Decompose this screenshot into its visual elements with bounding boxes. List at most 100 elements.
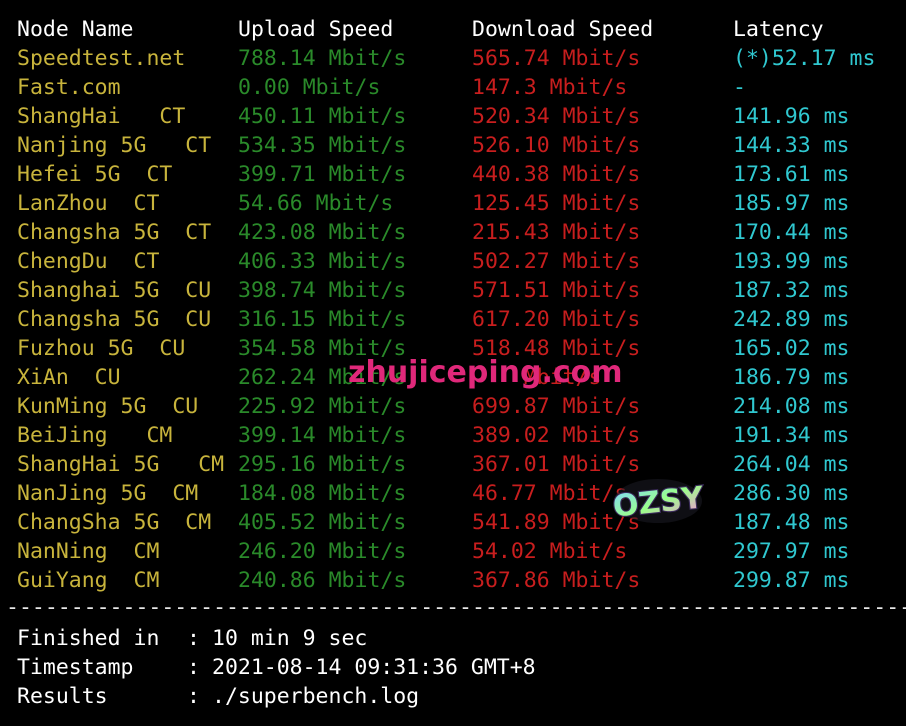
latency-cell: 193.99 ms (733, 249, 850, 274)
latency-cell: 187.32 ms (733, 278, 850, 303)
download-speed-cell: 440.38 Mbit/s (472, 162, 641, 187)
latency-cell: 185.97 ms (733, 191, 850, 216)
latency-cell: 299.87 ms (733, 568, 850, 593)
terminal-window: Node Name Upload Speed Download Speed La… (0, 0, 906, 726)
download-speed-cell: 571.51 Mbit/s (472, 278, 641, 303)
download-speed-cell: 54.02 Mbit/s (472, 539, 628, 564)
upload-speed-cell: 295.16 Mbit/s (238, 452, 407, 477)
upload-speed-cell: 399.14 Mbit/s (238, 423, 407, 448)
upload-speed-cell: 316.15 Mbit/s (238, 307, 407, 332)
summary-label: Results (17, 684, 108, 709)
summary-value: 2021-08-14 09:31:36 GMT+8 (212, 655, 536, 680)
divider-line: ----------------------------------------… (6, 597, 906, 619)
latency-cell: (*)52.17 ms (733, 46, 876, 71)
table-row: ShangHai CT 450.11 Mbit/s 520.34 Mbit/s 141… (0, 102, 906, 131)
table-row: ChengDu CT 406.33 Mbit/s 502.27 Mbit/s 193.… (0, 247, 906, 276)
latency-cell: 170.44 ms (733, 220, 850, 245)
latency-cell: 286.30 ms (733, 481, 850, 506)
latency-cell: - (733, 75, 746, 100)
upload-speed-cell: 184.08 Mbit/s (238, 481, 407, 506)
latency-cell: 191.34 ms (733, 423, 850, 448)
download-speed-cell: 699.87 Mbit/s (472, 394, 641, 419)
header-node-name: Node Name (17, 17, 134, 42)
summary-colon: : (187, 684, 200, 709)
upload-speed-cell: 0.00 Mbit/s (238, 75, 381, 100)
node-name-cell: KunMing 5G CU (17, 394, 199, 419)
summary-row: Results: ./superbench.log (0, 682, 906, 711)
latency-cell: 173.61 ms (733, 162, 850, 187)
download-speed-cell: 617.20 Mbit/s (472, 307, 641, 332)
summary-value: ./superbench.log (212, 684, 420, 709)
latency-cell: 165.02 ms (733, 336, 850, 361)
upload-speed-cell: 399.71 Mbit/s (238, 162, 407, 187)
summary-colon: : (187, 626, 200, 651)
download-speed-cell: 46.77 Mbit/s (472, 481, 628, 506)
ozsy-logo: OZSY (612, 479, 704, 526)
watermark-text: zhujiceping.com (348, 355, 623, 390)
table-row: Fast.com 0.00 Mbit/s 147.3 Mbit/s - (0, 73, 906, 102)
upload-speed-cell: 225.92 Mbit/s (238, 394, 407, 419)
summary-label: Finished in (17, 626, 160, 651)
table-row: Changsha 5G CT 423.08 Mbit/s 215.43 Mbit/s… (0, 218, 906, 247)
summary-row: Finished in:10 min 9 sec (0, 624, 906, 653)
table-header: Node Name Upload Speed Download Speed La… (0, 15, 906, 44)
table-row: ShangHai 5G CM 295.16 Mbit/s 367.01 Mbit/s… (0, 450, 906, 479)
node-name-cell: NanJing 5G CM (17, 481, 199, 506)
upload-speed-cell: 450.11 Mbit/s (238, 104, 407, 129)
summary-row: Timestamp:2021-08-14 09:31:36 GMT+8 (0, 653, 906, 682)
latency-cell: 144.33 ms (733, 133, 850, 158)
table-row: NanJing 5G CM 184.08 Mbit/s 46.77 Mbit/s 28… (0, 479, 906, 508)
node-name-cell: Fuzhou 5G CU (17, 336, 186, 361)
download-speed-cell: 502.27 Mbit/s (472, 249, 641, 274)
summary-label: Timestamp (17, 655, 134, 680)
latency-cell: 186.79 ms (733, 365, 850, 390)
download-speed-cell: 367.86 Mbit/s (472, 568, 641, 593)
table-row: LanZhou CT 54.66 Mbit/s 125.45 Mbit/s 185.9… (0, 189, 906, 218)
download-speed-cell: 125.45 Mbit/s (472, 191, 641, 216)
node-name-cell: Shanghai 5G CU (17, 278, 212, 303)
table-row: Changsha 5G CU 316.15 Mbit/s 617.20 Mbit/s… (0, 305, 906, 334)
download-speed-cell: 389.02 Mbit/s (472, 423, 641, 448)
upload-speed-cell: 240.86 Mbit/s (238, 568, 407, 593)
table-row: Shanghai 5G CU 398.74 Mbit/s 571.51 Mbit/s… (0, 276, 906, 305)
header-latency: Latency (733, 17, 824, 42)
node-name-cell: Hefei 5G CT (17, 162, 173, 187)
download-speed-cell: 367.01 Mbit/s (472, 452, 641, 477)
upload-speed-cell: 534.35 Mbit/s (238, 133, 407, 158)
upload-speed-cell: 398.74 Mbit/s (238, 278, 407, 303)
header-upload-speed: Upload Speed (238, 17, 394, 42)
table-row: Speedtest.net 788.14 Mbit/s 565.74 Mbit/s (… (0, 44, 906, 73)
table-row: NanNing CM 246.20 Mbit/s 54.02 Mbit/s 297.9… (0, 537, 906, 566)
node-name-cell: GuiYang CM (17, 568, 160, 593)
node-name-cell: ChengDu CT (17, 249, 160, 274)
download-speed-cell: 215.43 Mbit/s (472, 220, 641, 245)
download-speed-cell: 520.34 Mbit/s (472, 104, 641, 129)
table-row: KunMing 5G CU 225.92 Mbit/s 699.87 Mbit/s 2… (0, 392, 906, 421)
node-name-cell: Nanjing 5G CT (17, 133, 212, 158)
node-name-cell: XiAn CU (17, 365, 121, 390)
table-row: BeiJing CM 399.14 Mbit/s 389.02 Mbit/s 191.… (0, 421, 906, 450)
node-name-cell: Speedtest.net (17, 46, 186, 71)
node-name-cell: ShangHai 5G CM (17, 452, 225, 477)
header-download-speed: Download Speed (472, 17, 654, 42)
upload-speed-cell: 54.66 Mbit/s (238, 191, 394, 216)
summary-colon: : (187, 655, 200, 680)
latency-cell: 264.04 ms (733, 452, 850, 477)
table-row: Hefei 5G CT 399.71 Mbit/s 440.38 Mbit/s 173… (0, 160, 906, 189)
upload-speed-cell: 405.52 Mbit/s (238, 510, 407, 535)
table-row: ChangSha 5G CM 405.52 Mbit/s 541.89 Mbit/s… (0, 508, 906, 537)
table-row: GuiYang CM 240.86 Mbit/s 367.86 Mbit/s 299.… (0, 566, 906, 595)
node-name-cell: LanZhou CT (17, 191, 160, 216)
node-name-cell: Changsha 5G CT (17, 220, 212, 245)
latency-cell: 187.48 ms (733, 510, 850, 535)
table-row: Nanjing 5G CT 534.35 Mbit/s 526.10 Mbit/s 1… (0, 131, 906, 160)
node-name-cell: ChangSha 5G CM (17, 510, 212, 535)
latency-cell: 141.96 ms (733, 104, 850, 129)
upload-speed-cell: 788.14 Mbit/s (238, 46, 407, 71)
download-speed-cell: 526.10 Mbit/s (472, 133, 641, 158)
node-name-cell: NanNing CM (17, 539, 160, 564)
download-speed-cell: 147.3 Mbit/s (472, 75, 628, 100)
upload-speed-cell: 246.20 Mbit/s (238, 539, 407, 564)
upload-speed-cell: 423.08 Mbit/s (238, 220, 407, 245)
node-name-cell: BeiJing CM (17, 423, 173, 448)
